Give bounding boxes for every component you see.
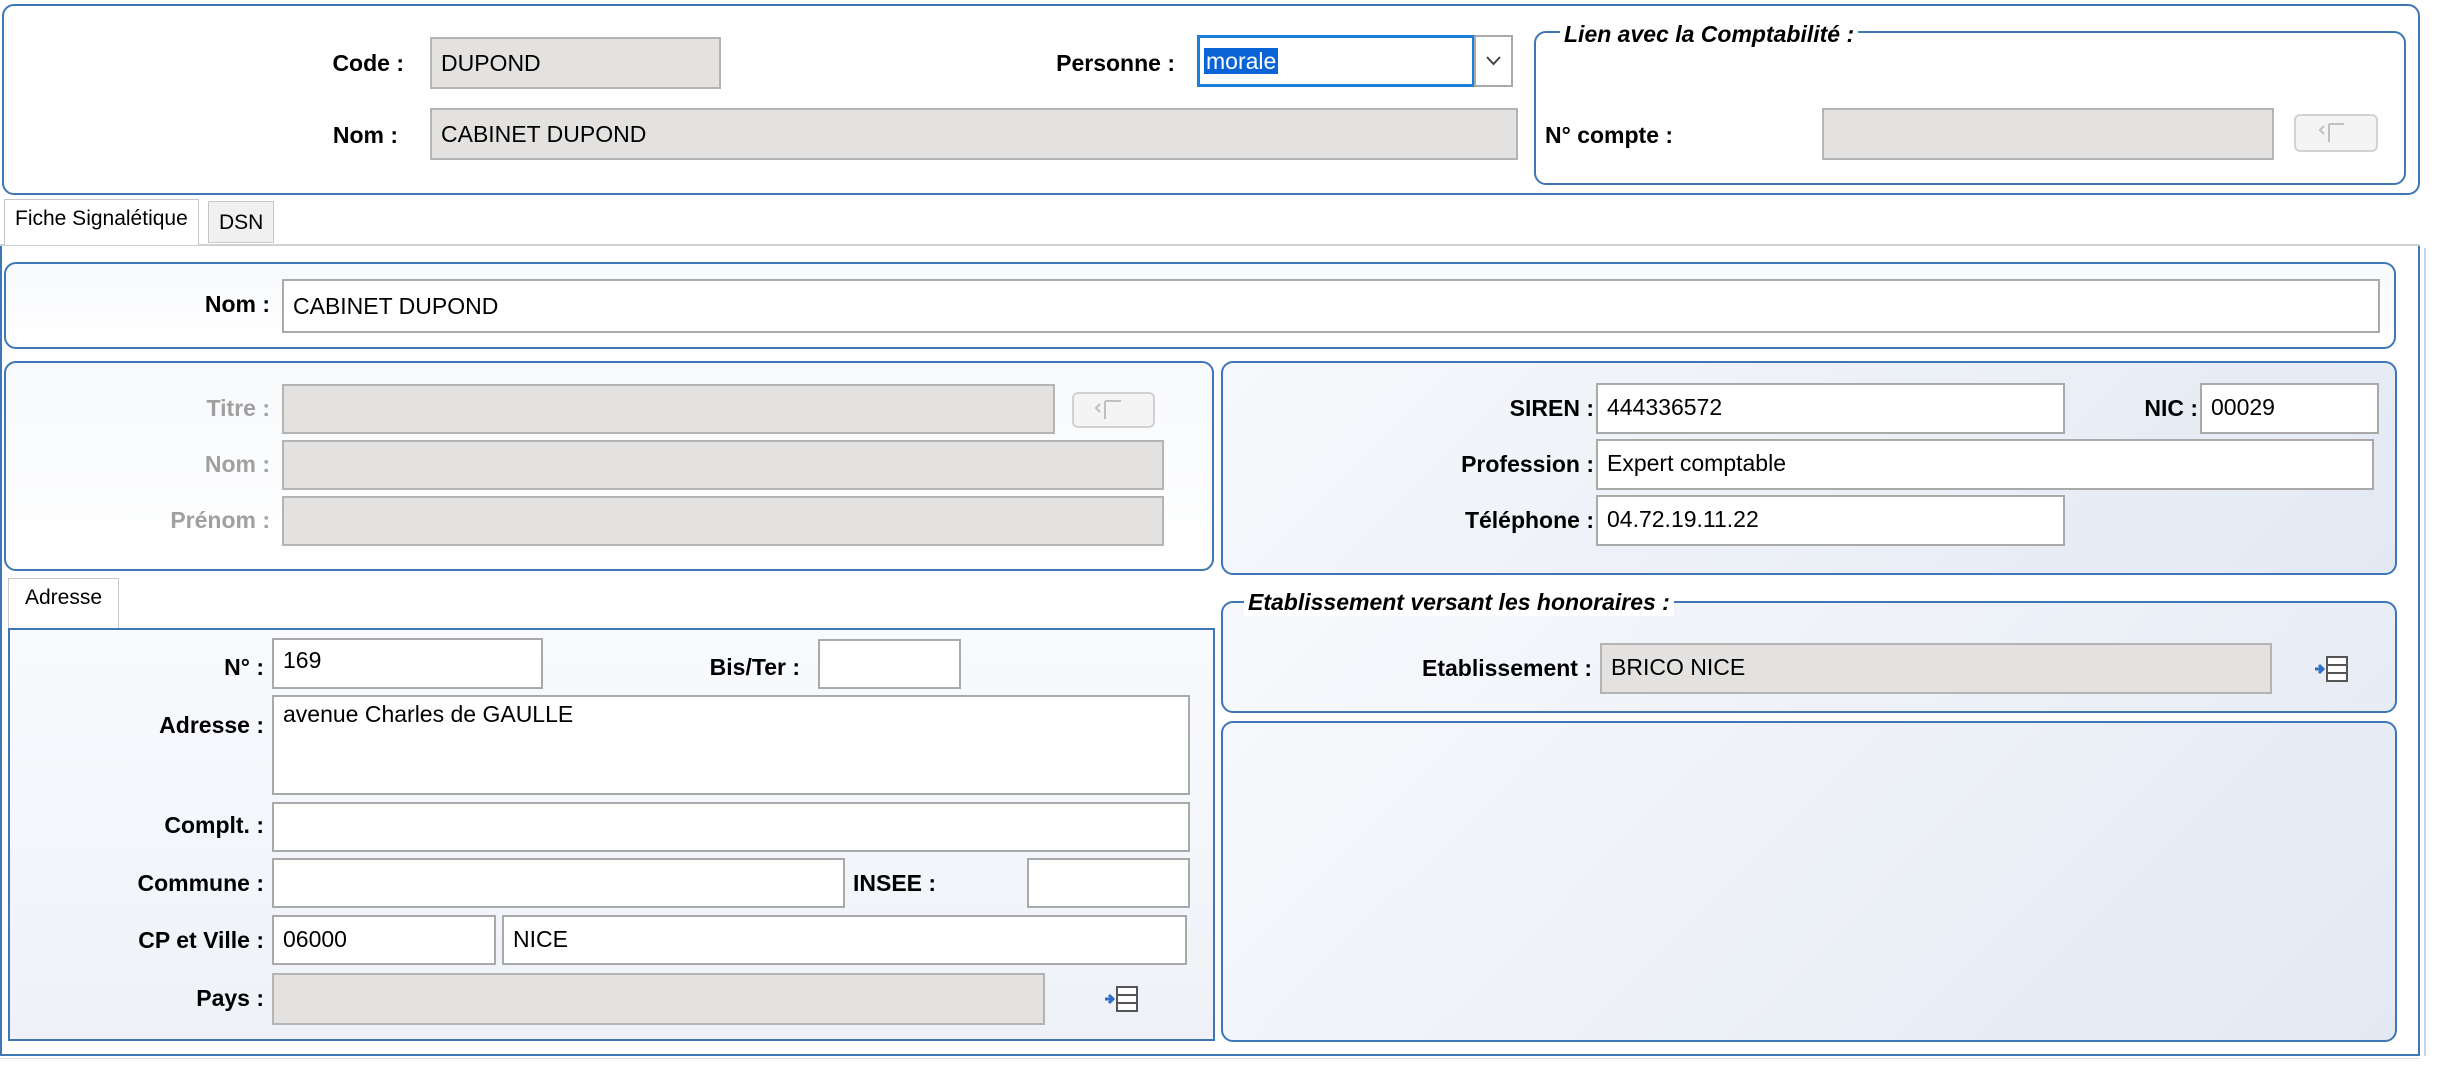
comptabilite-legend: Lien avec la Comptabilité : (1560, 20, 1859, 48)
titre-picker-button[interactable] (1072, 392, 1155, 428)
profession-field[interactable]: Expert comptable (1596, 439, 2374, 490)
pp-nom-field[interactable] (282, 440, 1164, 490)
fiche-nom-field[interactable]: CABINET DUPOND (282, 279, 2380, 333)
window-bottom-edge (0, 1058, 2420, 1059)
etablissement-lookup-button[interactable] (2313, 654, 2348, 684)
nic-field[interactable]: 00029 (2200, 383, 2379, 434)
pp-nom-label: Nom : (204, 451, 270, 477)
pays-label: Pays : (196, 985, 264, 1011)
titre-field[interactable] (282, 384, 1055, 434)
etablissement-field[interactable]: BRICO NICE (1600, 643, 2272, 694)
bister-label: Bis/Ter : (709, 654, 800, 680)
telephone-field[interactable]: 04.72.19.11.22 (1596, 495, 2065, 546)
tab-dsn[interactable]: DSN (208, 201, 275, 243)
siren-field[interactable]: 444336572 (1596, 383, 2065, 434)
window-right-edge (2424, 248, 2426, 1056)
pays-lookup-button[interactable] (1103, 984, 1138, 1014)
nic-label: NIC : (2144, 395, 2198, 421)
complement-label: Complt. : (164, 812, 264, 838)
link-icon (1094, 400, 1121, 419)
fiche-nom-label: Nom : (204, 291, 270, 317)
titre-label: Titre : (206, 395, 270, 421)
list-lookup-icon (2315, 656, 2348, 682)
header-nom-field[interactable]: CABINET DUPOND (430, 108, 1518, 160)
empty-info-panel (1221, 721, 2397, 1042)
tab-dsn-label: DSN (219, 211, 264, 234)
compte-link-button[interactable] (2294, 114, 2378, 152)
bister-field[interactable] (818, 639, 961, 689)
tab-adresse-label: Adresse (25, 586, 103, 609)
cp-field[interactable]: 06000 (272, 915, 496, 965)
commune-label: Commune : (137, 870, 265, 896)
personne-select[interactable]: morale (1197, 35, 1475, 87)
list-lookup-icon (1105, 986, 1138, 1012)
code-field[interactable]: DUPOND (430, 37, 721, 89)
adresse-field[interactable]: avenue Charles de GAULLE (272, 695, 1190, 795)
code-label: Code : (332, 50, 404, 76)
prenom-field[interactable] (282, 496, 1164, 546)
personne-select-value: morale (1204, 48, 1279, 74)
tab-adresse[interactable]: Adresse (8, 578, 120, 628)
insee-label: INSEE : (853, 870, 937, 896)
personne-dropdown-button[interactable] (1474, 35, 1513, 87)
profession-label: Profession : (1461, 451, 1594, 477)
compte-label: N° compte : (1545, 122, 1674, 148)
chevron-down-icon (1486, 56, 1501, 66)
personne-label: Personne : (1056, 50, 1175, 76)
compte-field[interactable] (1822, 108, 2274, 160)
etablissement-label: Etablissement : (1422, 655, 1592, 681)
adresse-label: Adresse : (159, 712, 264, 738)
commune-field[interactable] (272, 858, 845, 908)
tab-fiche-signaletique[interactable]: Fiche Signalétique (4, 199, 199, 245)
link-account-icon (2318, 123, 2344, 142)
telephone-label: Téléphone : (1464, 507, 1594, 533)
etablissement-legend: Etablissement versant les honoraires : (1244, 588, 1674, 616)
numero-field[interactable]: 169 (272, 638, 543, 689)
insee-field[interactable] (1027, 858, 1190, 908)
pays-field[interactable] (272, 973, 1045, 1025)
siren-label: SIREN : (1509, 395, 1594, 421)
prenom-label: Prénom : (170, 507, 270, 533)
ville-field[interactable]: NICE (502, 915, 1187, 965)
complement-field[interactable] (272, 802, 1190, 852)
cpville-label: CP et Ville : (138, 927, 264, 953)
numero-label: N° : (224, 654, 264, 680)
header-nom-label: Nom : (332, 122, 398, 148)
tab-fiche-signaletique-label: Fiche Signalétique (15, 207, 188, 230)
